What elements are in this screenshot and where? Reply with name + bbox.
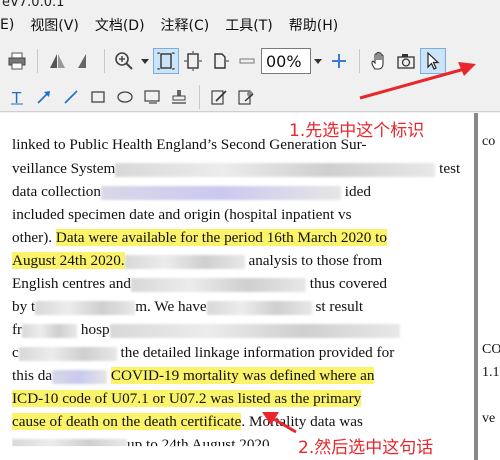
zoom-in-tool[interactable] — [111, 48, 137, 74]
fit-width-button[interactable] — [180, 48, 206, 74]
doc-line: data collection ided — [12, 183, 371, 200]
arrow-tool-icon — [37, 90, 50, 104]
zoom-level-dropdown[interactable] — [311, 48, 325, 74]
document-viewport[interactable]: linked to Public Health England’s Second… — [0, 113, 500, 460]
rectangle-tool-icon — [91, 90, 105, 103]
instruction-step-1: 1.先选中这个标识 — [289, 121, 425, 141]
printer-icon — [8, 52, 26, 70]
hand-icon — [371, 51, 384, 70]
doc-line: August 24th 2020. analysis to those from — [12, 252, 383, 269]
line-tool-icon — [64, 89, 78, 104]
annotation-toolbar: T — [0, 82, 500, 112]
ellipse-tool-button[interactable] — [112, 84, 138, 110]
fit-page-icon — [157, 52, 175, 70]
doc-line: ICD-10 code of U07.1 or U07.2 was listed… — [12, 388, 452, 410]
menu-document[interactable]: 文档(D) — [87, 15, 153, 35]
right-column-text: co — [482, 134, 496, 149]
toolbar-separator — [359, 49, 360, 73]
line-tool-button[interactable] — [58, 84, 84, 110]
dropdown-arrow-icon — [141, 59, 149, 64]
highlighted-text: ICD-10 code of U07.1 or U07.2 was listed… — [12, 390, 362, 407]
toolbar-separator — [199, 84, 200, 109]
title-bar: eV7.0.0.1 — [0, 0, 500, 12]
cursor-select-icon — [427, 51, 440, 70]
hand-tool-button[interactable] — [366, 48, 392, 74]
arrow-tool-button[interactable] — [31, 84, 57, 110]
next-page-edge: co CO 1.1 ve — [478, 113, 500, 460]
highlighted-text: August 24th 2020. — [12, 252, 125, 269]
doc-line: included specimen date and origin (hospi… — [12, 206, 352, 223]
doc-line: by t m. We have st result — [12, 298, 364, 315]
right-column-text: 1.1 — [482, 365, 500, 380]
minus-icon — [239, 58, 255, 64]
doc-line: cause of death on the death certificate.… — [12, 413, 363, 430]
window-title: eV7.0.0.1 — [2, 0, 65, 10]
zoom-in-button[interactable] — [326, 48, 352, 74]
page-flip-icon — [78, 54, 86, 68]
pdf-page[interactable]: linked to Public Health England’s Second… — [0, 113, 474, 460]
actual-size-button[interactable] — [207, 48, 233, 74]
first-page-icon — [50, 54, 65, 68]
toolbar-separator — [37, 49, 38, 73]
rectangle-tool-button[interactable] — [85, 84, 111, 110]
fit-page-button[interactable] — [153, 48, 179, 74]
form-tool-button[interactable] — [233, 84, 259, 110]
ellipse-tool-icon — [117, 90, 133, 103]
toolbar-separator — [104, 49, 105, 73]
text-tool-icon: T — [11, 89, 23, 106]
typewriter-tool-button[interactable]: T — [4, 84, 30, 110]
textbox-icon — [144, 89, 160, 104]
instruction-step-2: 2.然后选中这句话 — [298, 438, 434, 458]
doc-line: English centres and thus covered — [12, 275, 387, 292]
dropdown-arrow-icon — [314, 59, 322, 64]
first-page-button[interactable] — [44, 48, 70, 74]
doc-line: fr hosp — [12, 319, 452, 341]
menu-tools[interactable]: 工具(T) — [217, 15, 280, 35]
right-column-text: ve — [482, 411, 496, 426]
svg-text:T: T — [11, 89, 22, 106]
stamp-icon — [172, 89, 186, 104]
select-tool-button[interactable] — [420, 48, 446, 74]
camera-icon — [397, 54, 415, 69]
snapshot-button[interactable] — [393, 48, 419, 74]
menu-bar: E) 视图(V) 文档(D) 注释(C) 工具(T) 帮助(H) — [0, 12, 500, 38]
doc-line: this da COVID-19 mortality was defined w… — [12, 367, 375, 384]
menu-view[interactable]: 视图(V) — [22, 15, 87, 35]
doc-line: veillance System test — [12, 160, 461, 177]
zoom-level-input[interactable]: 00% — [261, 48, 311, 74]
plus-icon — [332, 54, 346, 68]
fit-width-icon — [184, 51, 202, 71]
doc-line: other). Data were available for the peri… — [12, 229, 387, 246]
textbox-tool-button[interactable] — [139, 84, 165, 110]
highlighted-text: cause of death on the death certificate — [12, 413, 242, 430]
main-toolbar: 00% — [0, 40, 500, 82]
menu-edit[interactable]: E) — [0, 17, 22, 33]
previous-page-button[interactable] — [71, 48, 97, 74]
zoom-out-button[interactable] — [234, 48, 260, 74]
highlighted-text: COVID-19 mortality was defined where an — [110, 367, 375, 384]
stamp-tool-button[interactable] — [166, 84, 192, 110]
print-button[interactable] — [4, 48, 30, 74]
edit-note-icon — [211, 89, 227, 105]
form-edit-icon — [238, 89, 254, 105]
highlighted-text: Data were available for the period 16th … — [55, 229, 387, 246]
actual-size-icon — [214, 53, 229, 69]
menu-comment[interactable]: 注释(C) — [153, 15, 218, 35]
doc-line: c the detailed linkage information provi… — [12, 344, 395, 361]
right-column-text: CO — [482, 342, 500, 357]
zoom-in-icon — [115, 52, 133, 70]
zoom-dropdown-button[interactable] — [138, 48, 152, 74]
note-tool-button[interactable] — [206, 84, 232, 110]
menu-help[interactable]: 帮助(H) — [281, 15, 346, 35]
